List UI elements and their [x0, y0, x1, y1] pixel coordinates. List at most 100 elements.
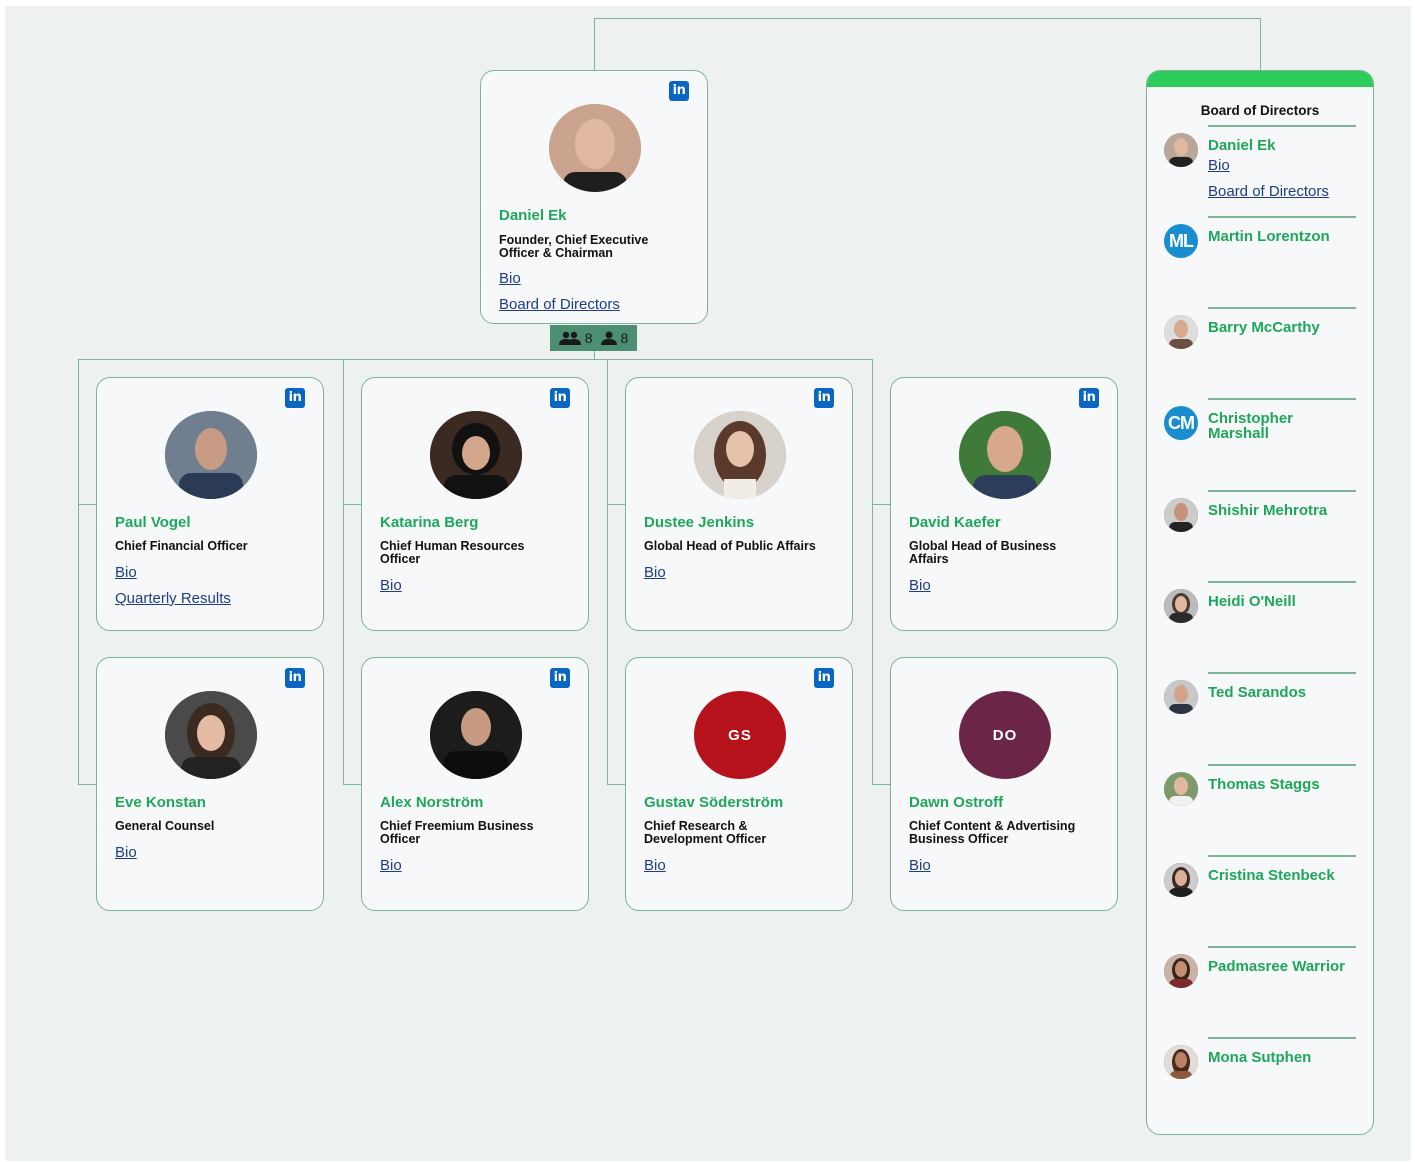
connector-line	[343, 784, 361, 785]
member-name: Thomas Staggs	[1208, 776, 1320, 793]
person-title: Global Head of Public Affairs	[644, 539, 816, 553]
linkedin-icon[interactable]: in	[814, 668, 834, 688]
board-member[interactable]: ML Martin Lorentzon	[1164, 216, 1364, 306]
board-of-directors-link[interactable]: Board of Directors	[499, 296, 620, 313]
person-name: Gustav Söderström	[644, 794, 784, 811]
team-icon	[558, 331, 581, 345]
board-member[interactable]: Daniel Ek Bio Board of Directors	[1164, 125, 1364, 215]
avatar	[1164, 680, 1198, 714]
person-photo-icon	[1164, 680, 1198, 714]
board-member[interactable]: Thomas Staggs	[1164, 764, 1364, 854]
linkedin-icon[interactable]: in	[814, 388, 834, 408]
avatar: ML	[1164, 224, 1198, 258]
person-photo-icon	[1164, 1045, 1198, 1079]
person-photo-icon	[1164, 315, 1198, 349]
linkedin-icon[interactable]: in	[550, 388, 570, 408]
bio-link[interactable]: Bio	[644, 564, 666, 581]
report-card[interactable]: in GS Gustav Söderström Chief Research &…	[625, 657, 853, 911]
avatar	[1164, 589, 1198, 623]
avatar	[1164, 1045, 1198, 1079]
bio-link[interactable]: Bio	[909, 577, 931, 594]
avatar-initials: GS	[728, 726, 752, 744]
report-card[interactable]: in Eve Konstan General Counsel Bio	[96, 657, 324, 911]
divider	[1208, 672, 1356, 674]
root-card[interactable]: in Daniel Ek Founder, Chief Executive Of…	[480, 70, 708, 324]
member-name: Cristina Stenbeck	[1208, 867, 1335, 884]
connector-line	[607, 359, 608, 785]
board-member[interactable]: CM Christopher Marshall	[1164, 398, 1364, 488]
person-name: Dustee Jenkins	[644, 514, 755, 531]
person-name: Paul Vogel	[115, 514, 191, 531]
board-member[interactable]: Padmasree Warrior	[1164, 946, 1364, 1036]
board-member[interactable]: Shishir Mehrotra	[1164, 490, 1364, 580]
member-name: Daniel Ek	[1208, 137, 1276, 154]
person-name: Eve Konstan	[115, 794, 206, 811]
avatar	[165, 411, 257, 499]
bio-link[interactable]: Bio	[115, 844, 137, 861]
connector-line	[594, 18, 1261, 19]
avatar: CM	[1164, 406, 1198, 440]
linkedin-icon[interactable]: in	[669, 81, 689, 101]
member-name: Martin Lorentzon	[1208, 228, 1330, 245]
report-count-badge[interactable]: 8 8	[550, 325, 637, 351]
person-title: Global Head of Business Affairs	[909, 539, 1057, 566]
divider	[1208, 581, 1356, 583]
person-photo-icon	[430, 411, 522, 499]
avatar-initials: DO	[992, 726, 1018, 744]
linkedin-icon[interactable]: in	[285, 668, 305, 688]
report-card[interactable]: in Paul Vogel Chief Financial Officer Bi…	[96, 377, 324, 631]
bio-link[interactable]: Bio	[499, 270, 521, 287]
report-card[interactable]: DO Dawn Ostroff Chief Content & Advertis…	[890, 657, 1118, 911]
avatar	[549, 104, 641, 192]
board-member[interactable]: Ted Sarandos	[1164, 672, 1364, 762]
avatar	[959, 411, 1051, 499]
person-title: Founder, Chief Executive Officer & Chair…	[499, 233, 649, 260]
board-of-directors-link[interactable]: Board of Directors	[1208, 183, 1329, 200]
bio-link[interactable]: Bio	[380, 577, 402, 594]
person-photo-icon	[1164, 772, 1198, 806]
avatar: DO	[959, 691, 1051, 779]
quarterly-results-link[interactable]: Quarterly Results	[115, 590, 231, 607]
bio-link[interactable]: Bio	[909, 857, 931, 874]
board-member[interactable]: Cristina Stenbeck	[1164, 855, 1364, 945]
person-title: Chief Research & Development Officer	[644, 819, 767, 846]
person-photo-icon	[165, 691, 257, 779]
team-count: 8	[584, 330, 593, 346]
connector-line	[1260, 18, 1261, 72]
divider	[1208, 307, 1356, 309]
avatar-initials: CM	[1164, 406, 1198, 440]
board-member[interactable]: Mona Sutphen	[1164, 1037, 1364, 1127]
bio-link[interactable]: Bio	[644, 857, 666, 874]
report-card[interactable]: in Katarina Berg Chief Human Resources O…	[361, 377, 589, 631]
person-photo-icon	[959, 411, 1051, 499]
connector-line	[872, 504, 890, 505]
person-title: General Counsel	[115, 819, 215, 833]
person-name: Katarina Berg	[380, 514, 479, 531]
person-photo-icon	[430, 691, 522, 779]
person-photo-icon	[694, 411, 786, 499]
bio-link[interactable]: Bio	[115, 564, 137, 581]
connector-line	[343, 359, 344, 785]
board-member[interactable]: Barry McCarthy	[1164, 307, 1364, 397]
member-name: Mona Sutphen	[1208, 1049, 1312, 1066]
connector-line	[78, 504, 96, 505]
connector-line	[343, 504, 361, 505]
avatar	[165, 691, 257, 779]
person-title: Chief Human Resources Officer	[380, 539, 525, 566]
report-card[interactable]: in David Kaefer Global Head of Business …	[890, 377, 1118, 631]
direct-count: 8	[620, 330, 629, 346]
report-card[interactable]: in Dustee Jenkins Global Head of Public …	[625, 377, 853, 631]
bio-link[interactable]: Bio	[1208, 157, 1230, 174]
person-title: Chief Freemium Business Officer	[380, 819, 534, 846]
linkedin-icon[interactable]: in	[1079, 388, 1099, 408]
linkedin-icon[interactable]: in	[285, 388, 305, 408]
report-card[interactable]: in Alex Norström Chief Freemium Business…	[361, 657, 589, 911]
connector-line	[607, 784, 625, 785]
linkedin-icon[interactable]: in	[550, 668, 570, 688]
divider	[1208, 490, 1356, 492]
avatar	[694, 411, 786, 499]
board-member[interactable]: Heidi O'Neill	[1164, 581, 1364, 671]
person-photo-icon	[1164, 863, 1198, 897]
panel-title: Board of Directors	[1200, 103, 1320, 118]
bio-link[interactable]: Bio	[380, 857, 402, 874]
